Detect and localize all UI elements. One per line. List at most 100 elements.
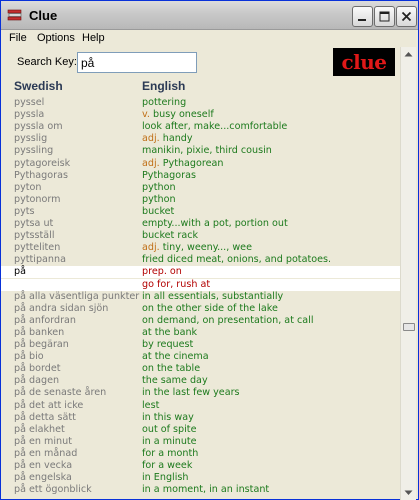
translation-text: on the table bbox=[142, 363, 201, 375]
translation-text: manikin, pixie, third cousin bbox=[142, 145, 272, 157]
part-of-speech: adj. bbox=[142, 133, 160, 145]
english-translation: manikin, pixie, third cousin bbox=[142, 145, 272, 157]
title-bar[interactable]: Clue bbox=[1, 1, 418, 30]
translation-text: in all essentials, substantially bbox=[142, 290, 284, 302]
close-button[interactable] bbox=[396, 6, 417, 27]
list-item[interactable]: på de senaste åren in the last few years bbox=[1, 387, 400, 399]
list-item[interactable]: på elakhet out of spite bbox=[1, 424, 400, 436]
translation-text: tiny, weeny..., wee bbox=[162, 242, 252, 254]
translation-text: by request bbox=[142, 339, 194, 350]
swedish-column-header: Swedish bbox=[14, 79, 63, 93]
list-item[interactable]: på engelska in English bbox=[1, 472, 400, 484]
list-item[interactable]: på ett ögonblick in a moment, in an insta… bbox=[1, 484, 400, 496]
list-item[interactable]: på en vecka for a week bbox=[1, 460, 400, 472]
list-item[interactable]: pyton python bbox=[1, 182, 400, 194]
list-item[interactable]: på en månad for a month bbox=[1, 448, 400, 460]
swedish-term: pytsa ut bbox=[14, 218, 54, 229]
translation-text: handy bbox=[162, 133, 193, 145]
translation-text: at the cinema bbox=[142, 351, 209, 363]
list-item[interactable]: pyssling manikin, pixie, third cousin bbox=[1, 145, 400, 157]
swedish-term: på engelska bbox=[14, 472, 72, 484]
english-column-header: English bbox=[142, 79, 186, 93]
swedish-term: på de senaste åren bbox=[14, 387, 107, 399]
list-item[interactable]: pytsställ bucket rack bbox=[1, 230, 400, 242]
list-item[interactable]: go for, rush at bbox=[1, 278, 400, 291]
english-translation: empty...with a pot, portion out bbox=[142, 218, 288, 230]
dictionary-list[interactable]: pyssel pottering pyssla v. busy oneself pyss… bbox=[1, 97, 400, 500]
english-translation: on demand, on presentation, at call bbox=[142, 315, 313, 327]
list-item[interactable]: på alla väsentliga punkter in all essenti… bbox=[1, 291, 400, 303]
swedish-term: pyssling bbox=[14, 145, 54, 157]
translation-text: pottering bbox=[142, 97, 187, 108]
translation-text: bucket bbox=[142, 205, 175, 217]
list-item[interactable]: pysslig adj. handy bbox=[1, 133, 400, 145]
vertical-scrollbar[interactable] bbox=[400, 47, 416, 500]
menu-file[interactable]: File bbox=[9, 32, 27, 44]
translation-text: fried diced meat, onions, and potatoes. bbox=[142, 254, 332, 266]
minimize-button[interactable] bbox=[352, 6, 373, 27]
list-item[interactable]: på det att icke lest bbox=[1, 400, 400, 412]
swedish-term: på begäran bbox=[14, 339, 69, 350]
english-translation: python bbox=[142, 194, 176, 206]
list-item[interactable]: pyts bucket bbox=[1, 206, 400, 218]
english-translation: go for, rush at bbox=[142, 279, 210, 291]
scroll-down-button[interactable] bbox=[401, 486, 416, 499]
list-item[interactable]: på andra sidan sjön on the other side of … bbox=[1, 303, 400, 315]
swedish-term: på elakhet bbox=[14, 423, 65, 435]
english-translation: pottering bbox=[142, 97, 186, 109]
list-item[interactable]: på detta sätt in this way bbox=[1, 412, 400, 424]
list-item[interactable]: pytagoreisk adj. Pythagorean bbox=[1, 158, 400, 170]
english-translation: in this way bbox=[142, 412, 194, 424]
translation-text: bucket rack bbox=[142, 230, 199, 242]
english-translation: by request bbox=[142, 339, 193, 351]
list-item[interactable]: på anfordran on demand, on presentation, … bbox=[1, 315, 400, 327]
list-item[interactable]: på bordet on the table bbox=[1, 363, 400, 375]
english-translation: in all essentials, substantially bbox=[142, 291, 283, 303]
scroll-thumb[interactable] bbox=[403, 323, 415, 331]
english-translation: fried diced meat, onions, and potatoes. bbox=[142, 254, 331, 266]
list-item[interactable]: pytonorm python bbox=[1, 194, 400, 206]
swedish-term: på det att icke bbox=[14, 399, 84, 411]
list-item[interactable]: på dagen the same day bbox=[1, 375, 400, 387]
list-item[interactable]: pyssla v. busy oneself bbox=[1, 109, 400, 121]
arrow-up-icon bbox=[404, 51, 413, 56]
list-item[interactable]: pytteliten adj. tiny, weeny..., wee bbox=[1, 242, 400, 254]
swedish-term: pyttipanna bbox=[14, 254, 66, 266]
translation-text: Pythagoras bbox=[142, 169, 196, 181]
list-item[interactable]: på en minut in a minute bbox=[1, 436, 400, 448]
part-of-speech: adj. bbox=[142, 242, 160, 254]
scroll-up-button[interactable] bbox=[401, 47, 416, 60]
list-item[interactable]: pyssel pottering bbox=[1, 97, 400, 109]
list-item[interactable]: på prep. on bbox=[1, 266, 400, 279]
menu-options[interactable]: Options bbox=[37, 32, 75, 44]
translation-text: in English bbox=[142, 472, 189, 484]
swedish-term: på detta sätt bbox=[14, 411, 76, 423]
list-item[interactable]: pyssla om look after, make...comfortable bbox=[1, 121, 400, 133]
swedish-term: pytonorm bbox=[14, 193, 61, 205]
search-input[interactable] bbox=[77, 52, 197, 73]
maximize-button[interactable] bbox=[374, 6, 395, 27]
list-item[interactable]: Pythagoras Pythagoras bbox=[1, 170, 400, 182]
swedish-term: Pythagoras bbox=[14, 169, 68, 181]
translation-text: on demand, on presentation, at call bbox=[142, 314, 314, 326]
swedish-term: pytagoreisk bbox=[14, 157, 71, 169]
translation-text: in a moment, in an instant bbox=[142, 484, 270, 496]
menu-help[interactable]: Help bbox=[82, 32, 105, 44]
translation-text: python bbox=[142, 181, 176, 193]
english-translation: bucket bbox=[142, 206, 174, 218]
translation-text: lest bbox=[142, 399, 160, 411]
swedish-term: pysslig bbox=[14, 133, 48, 145]
english-translation: at the cinema bbox=[142, 351, 209, 363]
list-item[interactable]: på bio at the cinema bbox=[1, 351, 400, 363]
list-item[interactable]: på banken at the bank bbox=[1, 327, 400, 339]
app-window: Clue File Options Help Search Key: clue … bbox=[0, 0, 419, 500]
list-item[interactable]: på begäran by request bbox=[1, 339, 400, 351]
english-translation: on the other side of the lake bbox=[142, 303, 278, 315]
english-translation: the same day bbox=[142, 375, 208, 387]
translation-text: out of spite bbox=[142, 423, 197, 435]
translation-text: go for, rush at bbox=[142, 278, 211, 290]
close-icon bbox=[401, 11, 412, 22]
list-item[interactable]: pytsa ut empty...with a pot, portion out bbox=[1, 218, 400, 230]
list-item[interactable]: pyttipanna fried diced meat, onions, and … bbox=[1, 254, 400, 266]
translation-text: in a minute bbox=[142, 435, 197, 447]
